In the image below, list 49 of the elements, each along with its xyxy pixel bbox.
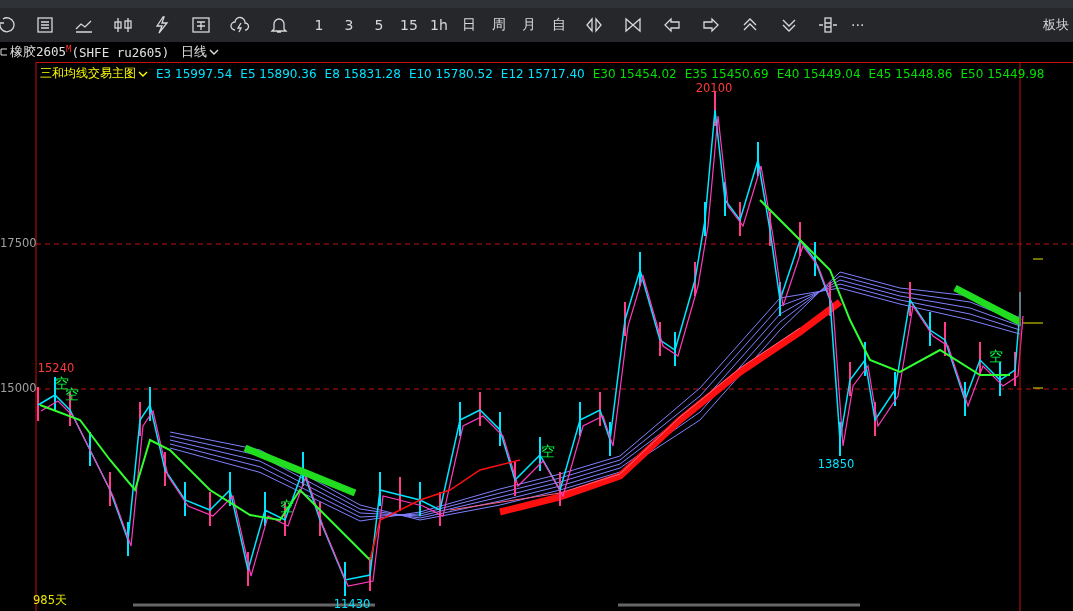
moving-average-value: E50 15449.98: [960, 66, 1045, 81]
diamond-arrows-icon[interactable]: [584, 15, 604, 35]
period-tab[interactable]: 15: [394, 17, 424, 33]
price-annotation: 15240: [37, 361, 75, 375]
bowtie-icon[interactable]: [623, 15, 643, 35]
moving-average-value: E10 15780.52: [408, 66, 493, 81]
price-annotation: 985天: [33, 592, 67, 608]
candlestick-icon[interactable]: [113, 15, 133, 35]
period-tab[interactable]: 5: [364, 17, 394, 33]
moving-average-value: E8 15831.28: [324, 66, 401, 81]
collapse-icon[interactable]: [0, 48, 7, 56]
moving-average-value: E12 15717.40: [500, 66, 585, 81]
moving-average-value: E40 15449.04: [776, 66, 861, 81]
period-tab[interactable]: 3: [334, 17, 364, 33]
sector-button[interactable]: 板块: [1043, 16, 1069, 34]
period-tab[interactable]: 自: [544, 16, 574, 34]
short-signal-label: 空: [541, 443, 555, 461]
bell-icon[interactable]: [269, 15, 289, 35]
period-tab[interactable]: 月: [514, 16, 544, 34]
period-dropdown[interactable]: 日线: [181, 43, 220, 61]
caret-icon: [138, 69, 148, 78]
main-contract-mark: M: [66, 44, 72, 54]
period-tab[interactable]: 1: [304, 17, 334, 33]
period-tab[interactable]: 周: [484, 16, 514, 34]
caret-icon: [209, 48, 220, 56]
scroll-bar[interactable]: [618, 603, 860, 607]
price-annotation: 20100: [695, 81, 733, 95]
short-signal-label: 空: [989, 348, 1003, 366]
moving-average-value: E45 15448.86: [868, 66, 953, 81]
split-arrows-icon[interactable]: [818, 15, 838, 35]
list-icon[interactable]: [35, 15, 55, 35]
moving-average-value: E3 15997.54: [156, 66, 233, 81]
period-tab[interactable]: 1h: [424, 17, 454, 33]
period-tab[interactable]: 日: [454, 16, 484, 34]
left-arrow-icon[interactable]: [662, 15, 682, 35]
boxed-chart-icon[interactable]: [191, 15, 211, 35]
symbol-name: 橡胶2605: [10, 43, 67, 61]
moving-average-value: E35 15450.69: [684, 66, 769, 81]
symbol-code: (SHFE ru2605): [71, 44, 170, 60]
moving-average-value: E30 15454.02: [592, 66, 677, 81]
more-button[interactable]: ···: [851, 17, 865, 33]
refresh-icon[interactable]: [0, 15, 16, 35]
trend-segment: [953, 284, 1022, 326]
cloud-lightning-icon[interactable]: [230, 15, 250, 35]
indicator-dropdown[interactable]: 三和均线交易主图: [40, 65, 148, 82]
right-arrow-icon[interactable]: [701, 15, 721, 35]
moving-average-value: E5 15890.36: [240, 66, 317, 81]
price-annotation: 11430: [333, 597, 371, 611]
price-annotation: 13850: [817, 457, 855, 471]
